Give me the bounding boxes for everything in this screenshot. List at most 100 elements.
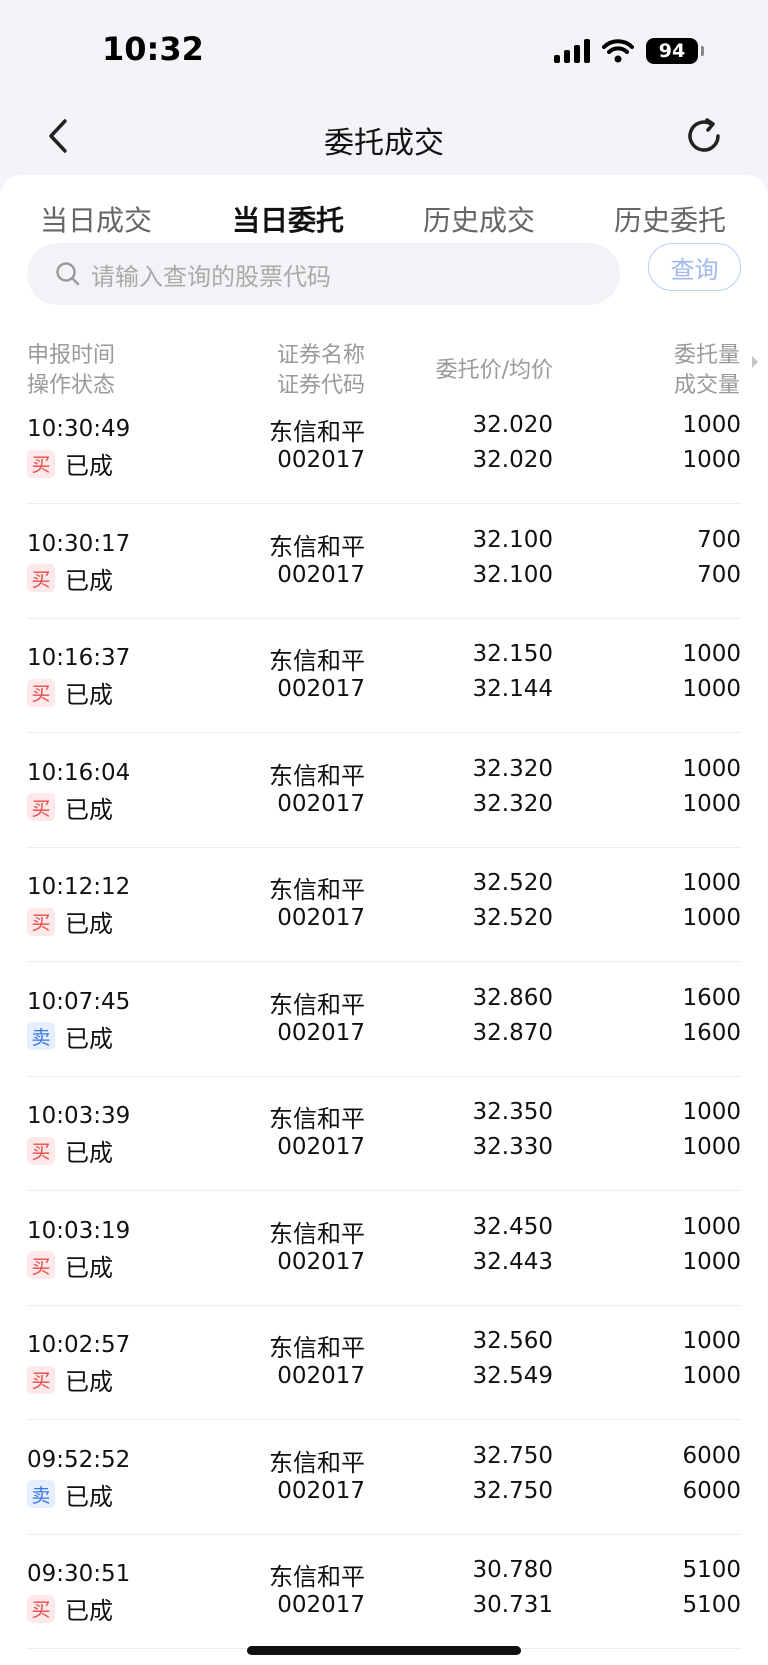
order-row[interactable]: 10:16:37 买已成 东信和平 002017 32.150 32.144 1000 100… bbox=[27, 619, 741, 733]
tab-today-trades[interactable]: 当日成交 bbox=[40, 199, 152, 239]
order-row[interactable]: 10:03:39 买已成 东信和平 002017 32.350 32.330 1000 100… bbox=[27, 1077, 741, 1191]
security-code: 002017 bbox=[277, 1134, 365, 1160]
filled-quantity: 1000 bbox=[682, 447, 741, 473]
average-price: 32.870 bbox=[472, 1019, 553, 1046]
security-name: 东信和平 bbox=[269, 761, 365, 790]
order-price: 32.750 bbox=[472, 1442, 553, 1469]
tab-history-trades[interactable]: 历史成交 bbox=[423, 199, 535, 239]
order-row[interactable]: 09:52:52 卖已成 东信和平 002017 32.750 32.750 6000 600… bbox=[27, 1421, 741, 1535]
order-time: 09:30:51 bbox=[27, 1561, 131, 1587]
order-quantity: 1000 bbox=[682, 870, 741, 896]
average-price: 32.330 bbox=[472, 1134, 553, 1160]
average-price: 30.731 bbox=[472, 1592, 553, 1618]
security-code: 002017 bbox=[277, 561, 365, 588]
order-status: 已成 bbox=[65, 795, 113, 824]
filled-quantity: 700 bbox=[697, 561, 741, 588]
side-badge: 买 bbox=[27, 1251, 55, 1279]
order-status: 已成 bbox=[65, 566, 113, 595]
header-name: 证券名称 bbox=[276, 343, 365, 368]
side-badge: 买 bbox=[27, 793, 55, 821]
filled-quantity: 1000 bbox=[682, 905, 741, 931]
order-row[interactable]: 10:30:49 买已成 东信和平 002017 32.020 32.020 1000 100… bbox=[27, 390, 741, 504]
security-name: 东信和平 bbox=[269, 647, 365, 675]
order-status: 已成 bbox=[65, 910, 113, 938]
order-row[interactable]: 10:16:04 买已成 东信和平 002017 32.320 32.320 1000 100… bbox=[27, 734, 741, 848]
order-status-group: 买已成 bbox=[27, 561, 113, 596]
filled-quantity: 5100 bbox=[682, 1592, 741, 1618]
side-badge: 买 bbox=[27, 564, 55, 592]
side-badge: 买 bbox=[27, 449, 55, 478]
order-price: 32.520 bbox=[472, 870, 553, 896]
order-status: 已成 bbox=[65, 1597, 113, 1625]
order-status-group: 买已成 bbox=[27, 1591, 113, 1626]
tab-history-orders[interactable]: 历史委托 bbox=[614, 199, 726, 239]
order-time: 10:30:17 bbox=[27, 530, 131, 557]
order-status: 已成 bbox=[65, 1139, 113, 1167]
side-badge: 卖 bbox=[27, 1022, 55, 1050]
order-time: 10:16:37 bbox=[27, 645, 131, 671]
refresh-button[interactable] bbox=[682, 114, 726, 158]
filled-quantity: 1600 bbox=[682, 1019, 741, 1046]
security-name: 东信和平 bbox=[269, 418, 365, 446]
order-row[interactable]: 10:07:45 卖已成 东信和平 002017 32.860 32.870 1600 160… bbox=[27, 963, 741, 1077]
order-status-group: 买已成 bbox=[27, 790, 113, 825]
order-quantity: 1000 bbox=[682, 1328, 741, 1354]
order-price: 32.350 bbox=[472, 1099, 553, 1125]
order-price: 32.150 bbox=[472, 641, 553, 667]
average-price: 32.750 bbox=[472, 1477, 553, 1504]
side-badge: 买 bbox=[27, 907, 55, 936]
more-columns-icon[interactable] bbox=[750, 355, 760, 369]
security-code: 002017 bbox=[277, 447, 365, 473]
security-name: 东信和平 bbox=[269, 1334, 365, 1362]
security-name: 东信和平 bbox=[269, 876, 365, 904]
side-badge: 卖 bbox=[27, 1480, 55, 1508]
order-row[interactable]: 10:30:17 买已成 东信和平 002017 32.100 32.100 700 700 bbox=[27, 505, 741, 619]
security-code: 002017 bbox=[277, 1477, 365, 1504]
security-name: 东信和平 bbox=[269, 1448, 365, 1477]
tab-today-orders[interactable]: 当日委托 bbox=[232, 199, 344, 239]
security-name: 东信和平 bbox=[269, 1563, 365, 1591]
order-quantity: 1000 bbox=[682, 1213, 741, 1240]
order-status-group: 买已成 bbox=[27, 1248, 113, 1283]
average-price: 32.100 bbox=[472, 561, 553, 588]
security-name: 东信和平 bbox=[269, 532, 365, 561]
order-quantity: 6000 bbox=[682, 1442, 741, 1469]
order-row[interactable]: 10:02:57 买已成 东信和平 002017 32.560 32.549 1000 100… bbox=[27, 1306, 741, 1420]
refresh-icon bbox=[688, 118, 720, 152]
order-price: 32.450 bbox=[472, 1213, 553, 1240]
order-status-group: 买已成 bbox=[27, 1362, 113, 1397]
order-status: 已成 bbox=[65, 681, 113, 709]
order-status: 已成 bbox=[65, 1253, 113, 1282]
order-status: 已成 bbox=[65, 1024, 113, 1053]
signal-icon bbox=[554, 39, 590, 63]
order-time: 10:16:04 bbox=[27, 759, 131, 786]
order-time: 10:02:57 bbox=[27, 1332, 131, 1358]
order-status-group: 买已成 bbox=[27, 446, 113, 481]
order-status-group: 卖已成 bbox=[27, 1019, 113, 1054]
average-price: 32.320 bbox=[472, 790, 553, 817]
filled-quantity: 1000 bbox=[682, 790, 741, 817]
security-code: 002017 bbox=[277, 790, 365, 817]
order-time: 10:30:49 bbox=[27, 416, 131, 442]
security-code: 002017 bbox=[277, 1248, 365, 1275]
battery-icon: 94 bbox=[646, 38, 704, 64]
home-indicator bbox=[247, 1646, 521, 1655]
average-price: 32.549 bbox=[472, 1363, 553, 1389]
order-quantity: 1600 bbox=[682, 984, 741, 1011]
order-status: 已成 bbox=[65, 452, 113, 480]
search-row: 请输入查询的股票代码 查询 bbox=[0, 243, 768, 307]
order-status: 已成 bbox=[65, 1368, 113, 1396]
order-quantity: 1000 bbox=[682, 412, 741, 438]
order-row[interactable]: 10:03:19 买已成 东信和平 002017 32.450 32.443 1000 100… bbox=[27, 1192, 741, 1306]
page-title: 委托成交 bbox=[324, 126, 444, 161]
query-button[interactable]: 查询 bbox=[648, 243, 741, 291]
status-bar: 10:32 94 bbox=[0, 0, 768, 100]
order-status-group: 买已成 bbox=[27, 1133, 113, 1168]
average-price: 32.144 bbox=[472, 676, 553, 702]
search-input[interactable]: 请输入查询的股票代码 bbox=[27, 243, 620, 305]
side-badge: 买 bbox=[27, 678, 55, 707]
order-row[interactable]: 09:30:51 买已成 东信和平 002017 30.780 30.731 5100 510… bbox=[27, 1535, 741, 1649]
order-quantity: 1000 bbox=[682, 641, 741, 667]
security-name: 东信和平 bbox=[269, 1105, 365, 1133]
order-row[interactable]: 10:12:12 买已成 东信和平 002017 32.520 32.520 1000 100… bbox=[27, 848, 741, 962]
